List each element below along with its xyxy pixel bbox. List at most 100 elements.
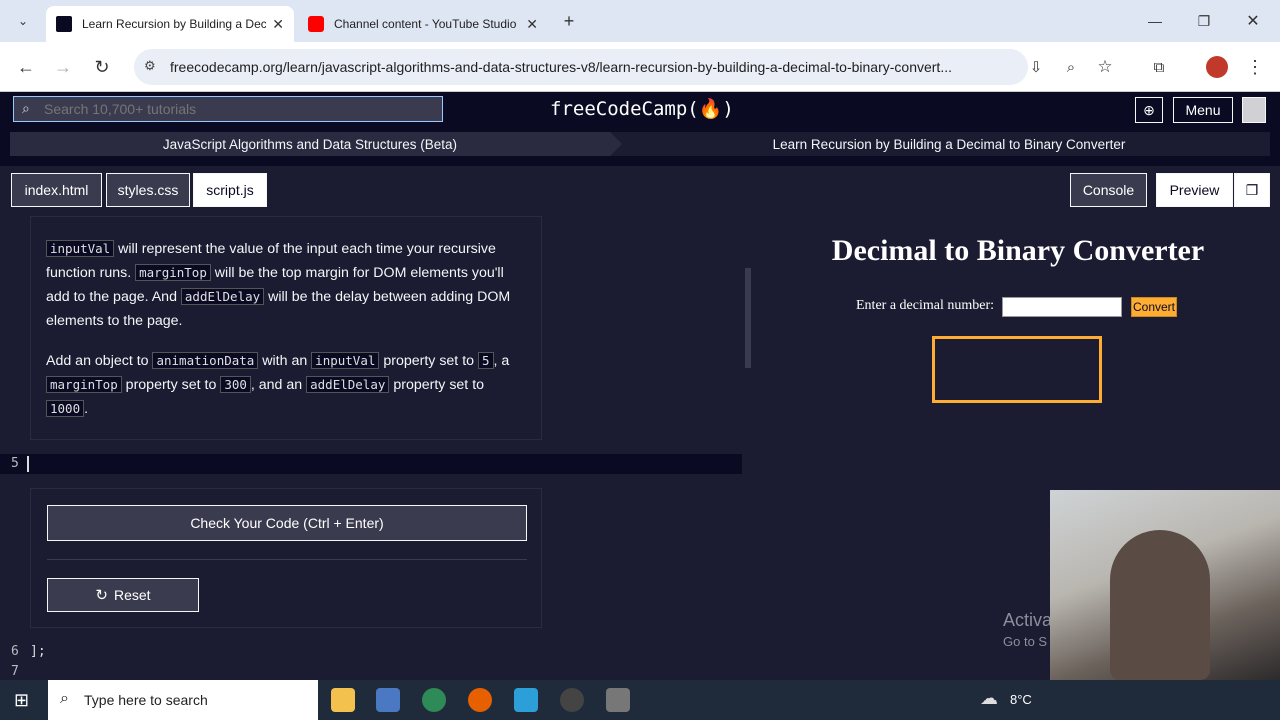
search-input[interactable] — [13, 96, 443, 122]
preview-popout-icon[interactable]: ❐ — [1234, 173, 1270, 207]
language-globe-icon[interactable]: ⊕ — [1135, 97, 1163, 123]
code-snippet: animationData — [152, 352, 259, 369]
windows-activation-subtext: Go to S — [1003, 634, 1048, 649]
new-tab-icon[interactable]: + — [554, 6, 584, 36]
search-icon: ⌕ — [22, 100, 30, 116]
code-snippet: marginTop — [135, 264, 211, 281]
lower-jaw-panel: Check Your Code (Ctrl + Enter) ↻ Reset — [30, 488, 542, 628]
user-avatar[interactable] — [1242, 97, 1266, 123]
forward-icon[interactable]: → — [48, 52, 78, 82]
back-icon[interactable]: ← — [11, 52, 41, 82]
line-number: 7 — [11, 664, 19, 679]
zoom-icon[interactable]: ⌕ — [1056, 52, 1086, 82]
code-snippet: 300 — [220, 376, 251, 393]
menu-button[interactable]: Menu — [1173, 97, 1233, 123]
firefox-icon[interactable] — [468, 688, 492, 712]
instructions-panel: inputVal will represent the value of the… — [30, 216, 542, 440]
tab-title: Learn Recursion by Building a Decimal — [82, 17, 267, 31]
text-cursor — [27, 456, 29, 472]
chrome-icon[interactable] — [422, 688, 446, 712]
decimal-number-input[interactable] — [1002, 297, 1122, 317]
breadcrumb-separator — [610, 132, 622, 156]
url-text: freecodecamp.org/learn/javascript-algori… — [170, 59, 952, 75]
editor-active-line[interactable]: 5 — [0, 454, 750, 474]
file-tab-index-html[interactable]: index.html — [11, 173, 102, 207]
fcc-navbar: ⌕ freeCodeCamp(🔥) ⊕ Menu — [0, 92, 1280, 128]
taskbar-search-label: Type here to search — [84, 692, 208, 708]
tab-learn-recursion[interactable]: Learn Recursion by Building a Decimal ✕ — [46, 6, 294, 42]
fcc-logo[interactable]: freeCodeCamp(🔥) — [550, 97, 734, 120]
code-snippet: inputVal — [46, 240, 115, 257]
code-line[interactable]: ]; — [30, 644, 46, 659]
scrollbar-thumb[interactable] — [745, 268, 751, 368]
app-icon[interactable] — [514, 688, 538, 712]
instructions-paragraph: Add an object to animationData with an i… — [46, 349, 526, 421]
minimize-icon[interactable]: — — [1140, 6, 1170, 36]
extensions-icon[interactable]: ⧉ — [1144, 52, 1174, 82]
url-field[interactable]: ⚙ freecodecamp.org/learn/javascript-algo… — [134, 49, 1028, 85]
code-snippet: addElDelay — [180, 288, 265, 305]
decimal-number-label: Enter a decimal number: — [856, 298, 994, 313]
reload-icon[interactable]: ↻ — [87, 52, 117, 82]
address-bar-row: ← → ↻ ⚙ freecodecamp.org/learn/javascrip… — [0, 42, 1280, 92]
code-snippet: 1000 — [46, 400, 85, 417]
instruction-text: with an — [258, 353, 312, 369]
instruction-text: , a — [493, 353, 510, 369]
windows-start-icon[interactable]: ⊞ — [14, 690, 29, 711]
editor-pane: inputVal will represent the value of the… — [0, 216, 756, 680]
instruction-text: . — [84, 401, 89, 417]
preview-button[interactable]: Preview — [1156, 173, 1233, 207]
weather-temperature[interactable]: 8°C — [1010, 692, 1032, 707]
windows-activation-watermark: Activa — [1003, 610, 1053, 630]
freecodecamp-favicon-icon — [56, 16, 72, 32]
scrollbar[interactable] — [742, 216, 756, 680]
install-app-icon[interactable]: ⇩ — [1021, 52, 1051, 82]
browser-tab-bar: ⌄ Learn Recursion by Building a Decimal … — [0, 0, 1280, 42]
person-silhouette — [1110, 530, 1210, 680]
taskbar-search[interactable]: ⌕ Type here to search — [48, 680, 318, 720]
divider — [47, 559, 527, 560]
restore-icon[interactable]: ❐ — [1189, 6, 1219, 36]
windows-taskbar: ⊞ ⌕ Type here to search ☁ 8°C — [0, 680, 1280, 720]
tab-list-icon[interactable]: ⌄ — [8, 6, 38, 36]
result-output-box — [932, 336, 1102, 403]
breadcrumb-lesson[interactable]: Learn Recursion by Building a Decimal to… — [628, 132, 1270, 156]
app-icon[interactable] — [606, 688, 630, 712]
close-tab-icon[interactable]: ✕ — [272, 16, 284, 33]
code-snippet: marginTop — [46, 376, 122, 393]
bookmark-star-icon[interactable]: ☆ — [1090, 52, 1120, 82]
instruction-text: property set to — [121, 377, 221, 393]
tab-youtube-studio[interactable]: Channel content - YouTube Studio ✕ — [298, 6, 548, 42]
chrome-menu-icon[interactable]: ⋮ — [1240, 52, 1270, 82]
breadcrumb-course[interactable]: JavaScript Algorithms and Data Structure… — [10, 132, 610, 156]
weather-cloud-icon: ☁ — [980, 688, 998, 708]
reset-label: Reset — [114, 587, 151, 603]
instruction-text: property set to — [389, 377, 485, 393]
profile-avatar[interactable] — [1206, 56, 1228, 78]
search-icon: ⌕ — [60, 690, 69, 707]
app-icon[interactable] — [560, 688, 584, 712]
console-button[interactable]: Console — [1070, 173, 1147, 207]
close-window-icon[interactable]: ✕ — [1238, 6, 1268, 36]
line-number: 5 — [11, 456, 19, 471]
tab-title: Channel content - YouTube Studio — [334, 17, 517, 31]
instruction-text: property set to — [379, 353, 478, 369]
reset-button[interactable]: ↻ Reset — [47, 578, 199, 612]
convert-button[interactable]: Convert — [1131, 297, 1177, 317]
editor-toolbar: index.html styles.css script.js Console … — [0, 166, 1280, 216]
line-number: 6 — [11, 644, 19, 659]
webcam-overlay — [1050, 490, 1280, 680]
instructions-paragraph: inputVal will represent the value of the… — [46, 237, 526, 333]
app-icon[interactable] — [376, 688, 400, 712]
file-explorer-icon[interactable] — [331, 688, 355, 712]
file-tab-script-js[interactable]: script.js — [193, 173, 267, 207]
check-code-button[interactable]: Check Your Code (Ctrl + Enter) — [47, 505, 527, 541]
code-snippet: 5 — [477, 352, 494, 369]
preview-title: Decimal to Binary Converter — [831, 234, 1205, 267]
breadcrumb: JavaScript Algorithms and Data Structure… — [10, 132, 1270, 156]
site-info-icon[interactable]: ⚙ — [144, 58, 156, 74]
close-tab-icon[interactable]: ✕ — [526, 16, 538, 33]
reset-icon: ↻ — [95, 587, 108, 604]
file-tab-styles-css[interactable]: styles.css — [106, 173, 190, 207]
youtube-favicon-icon — [308, 16, 324, 32]
